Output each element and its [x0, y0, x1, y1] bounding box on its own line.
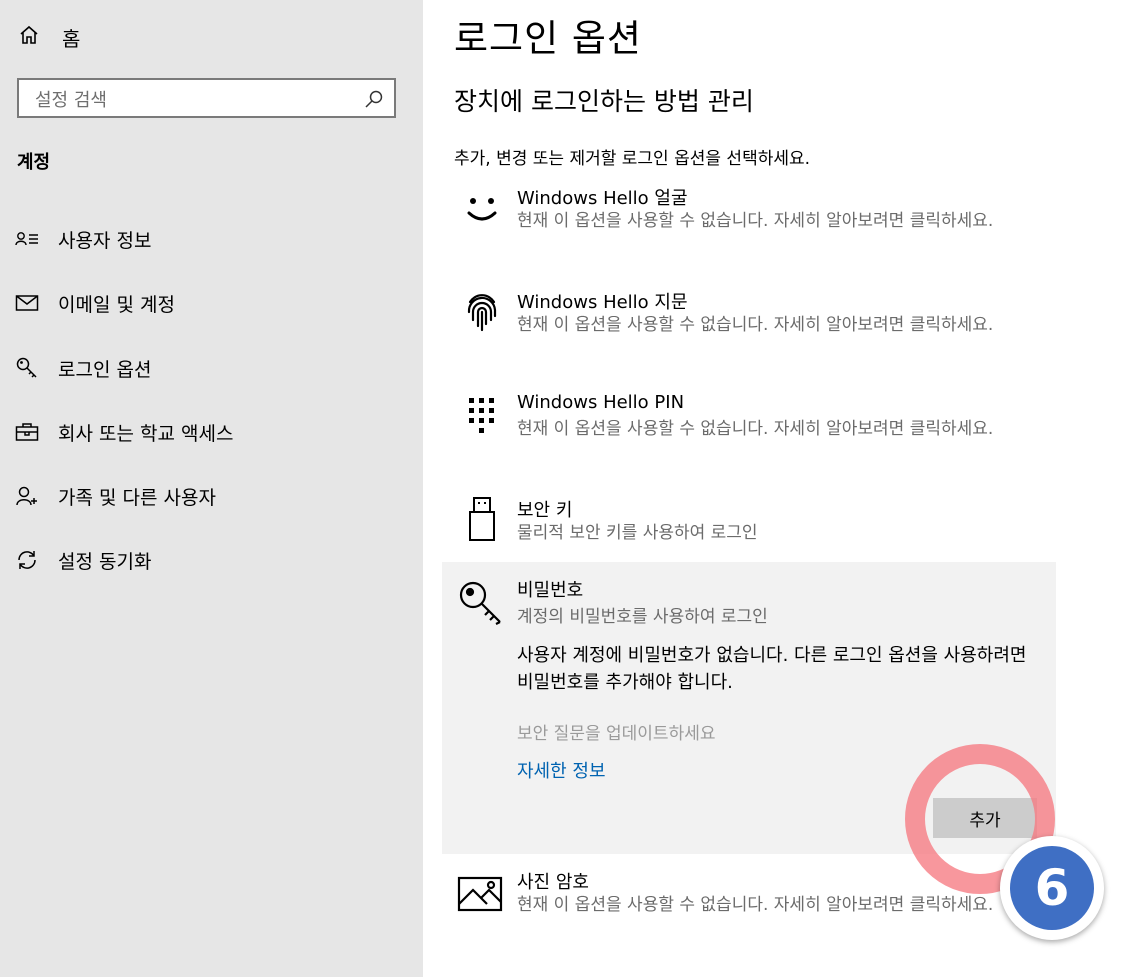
sidebar-item-family[interactable]: 가족 및 다른 사용자 — [14, 481, 216, 511]
add-user-icon — [14, 483, 40, 509]
key-icon — [458, 580, 504, 630]
sidebar-item-label: 회사 또는 학교 액세스 — [58, 422, 234, 445]
pin-keypad-icon — [463, 396, 501, 440]
password-message: 사용자 계정에 비밀번호가 없습니다. 다른 로그인 옵션을 사용하려면 비밀번… — [517, 645, 1027, 693]
fingerprint-icon — [463, 290, 501, 334]
option-desc: 계정의 비밀번호를 사용하여 로그인 — [517, 607, 768, 627]
option-title: 비밀번호 — [517, 580, 584, 601]
home-nav-item[interactable]: 홈 — [18, 22, 80, 52]
search-input[interactable] — [33, 86, 357, 114]
option-hello-pin[interactable]: Windows Hello PIN 현재 이 옵션을 사용할 수 없습니다. 자… — [443, 392, 1058, 472]
home-label: 홈 — [62, 26, 81, 51]
option-title: 사진 암호 — [517, 872, 589, 893]
option-title: Windows Hello 얼굴 — [517, 188, 688, 209]
picture-icon — [457, 876, 503, 920]
sidebar-item-sync[interactable]: 설정 동기화 — [14, 545, 151, 575]
option-desc: 물리적 보안 키를 사용하여 로그인 — [517, 523, 758, 543]
user-info-icon — [14, 226, 40, 252]
main-content: 로그인 옵션 장치에 로그인하는 방법 관리 추가, 변경 또는 제거할 로그인… — [423, 0, 1125, 977]
option-picture-password[interactable]: 사진 암호 현재 이 옵션을 사용할 수 없습니다. 자세히 알아보려면 클릭하… — [443, 868, 1058, 948]
option-hello-face[interactable]: Windows Hello 얼굴 현재 이 옵션을 사용할 수 없습니다. 자세… — [443, 184, 1058, 264]
mail-icon — [14, 290, 40, 316]
step-badge: 6 — [1000, 836, 1104, 940]
sidebar: 홈 계정 사용자 정보 이메일 및 계정 로그인 옵션 회사 또는 학교 액세스 — [0, 0, 423, 977]
home-icon — [18, 24, 40, 50]
usb-key-icon — [463, 496, 501, 541]
option-password-expanded[interactable]: 비밀번호 계정의 비밀번호를 사용하여 로그인 사용자 계정에 비밀번호가 없습… — [442, 562, 1056, 854]
step-number: 6 — [1010, 846, 1094, 930]
search-box[interactable] — [17, 78, 396, 118]
sidebar-item-label: 가족 및 다른 사용자 — [58, 486, 216, 509]
option-desc: 현재 이 옵션을 사용할 수 없습니다. 자세히 알아보려면 클릭하세요. — [517, 419, 994, 439]
key-icon — [14, 355, 40, 381]
sidebar-item-label: 이메일 및 계정 — [58, 293, 175, 316]
option-desc: 현재 이 옵션을 사용할 수 없습니다. 자세히 알아보려면 클릭하세요. — [517, 211, 994, 231]
intro-text: 추가, 변경 또는 제거할 로그인 옵션을 선택하세요. — [454, 149, 811, 169]
option-title: Windows Hello PIN — [517, 392, 685, 413]
sidebar-item-sign-in-options[interactable]: 로그인 옵션 — [14, 353, 151, 383]
option-desc: 현재 이 옵션을 사용할 수 없습니다. 자세히 알아보려면 클릭하세요. — [517, 895, 994, 915]
sidebar-item-label: 설정 동기화 — [58, 550, 152, 573]
face-icon — [463, 192, 501, 236]
add-password-button[interactable]: 추가 — [933, 798, 1037, 838]
section-title-accounts: 계정 — [17, 152, 51, 173]
sidebar-item-email[interactable]: 이메일 및 계정 — [14, 288, 175, 318]
page-subtitle: 장치에 로그인하는 방법 관리 — [454, 87, 754, 116]
option-desc: 현재 이 옵션을 사용할 수 없습니다. 자세히 알아보려면 클릭하세요. — [517, 315, 994, 335]
search-icon[interactable] — [364, 89, 384, 113]
security-question-link: 보안 질문을 업데이트하세요 — [517, 724, 716, 744]
sync-icon — [14, 547, 40, 573]
page-title: 로그인 옵션 — [454, 17, 642, 60]
briefcase-icon — [14, 419, 40, 445]
sidebar-item-label: 사용자 정보 — [58, 229, 152, 252]
more-info-link[interactable]: 자세한 정보 — [517, 757, 606, 783]
sidebar-item-work-school[interactable]: 회사 또는 학교 액세스 — [14, 417, 233, 447]
sidebar-item-label: 로그인 옵션 — [58, 358, 152, 381]
option-security-key[interactable]: 보안 키 물리적 보안 키를 사용하여 로그인 — [443, 496, 1058, 546]
option-title: Windows Hello 지문 — [517, 292, 688, 313]
option-hello-fingerprint[interactable]: Windows Hello 지문 현재 이 옵션을 사용할 수 없습니다. 자세… — [443, 288, 1058, 368]
option-title: 보안 키 — [517, 500, 573, 521]
sidebar-item-user-info[interactable]: 사용자 정보 — [14, 224, 151, 254]
